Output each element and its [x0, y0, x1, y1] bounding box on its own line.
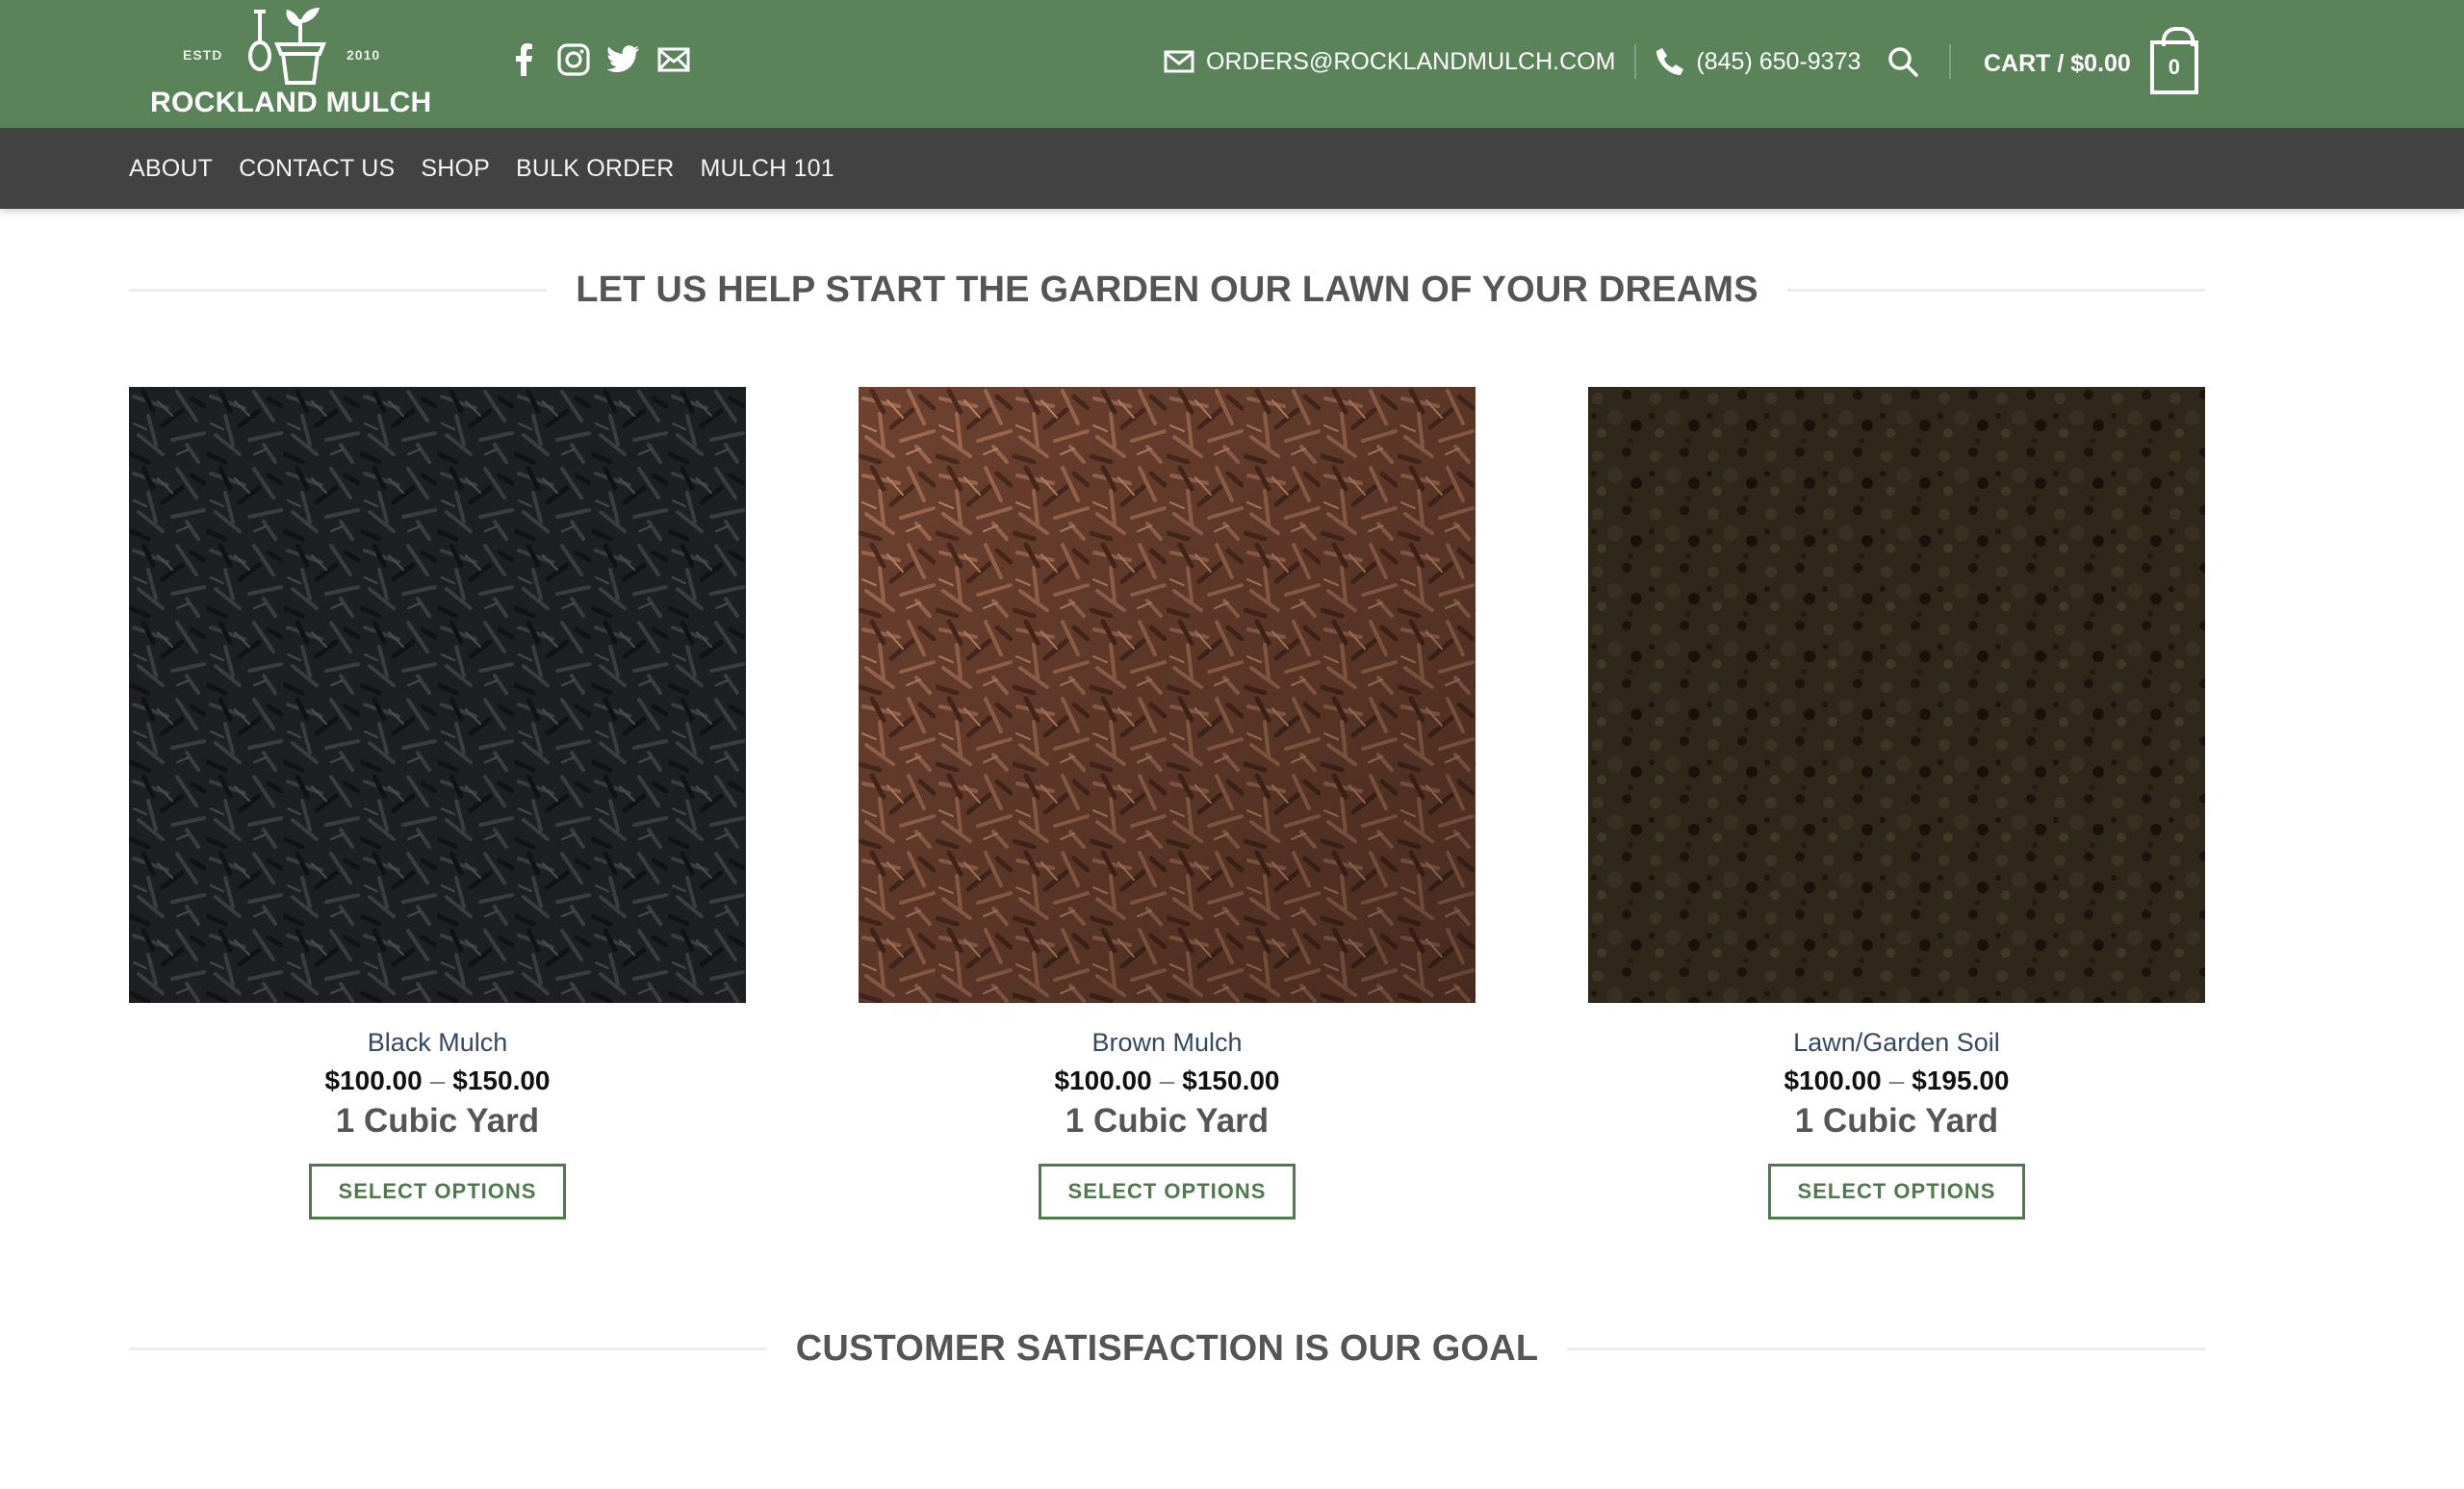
price-high: $150.00 [1182, 1065, 1280, 1095]
facebook-icon[interactable] [499, 40, 549, 79]
product-name[interactable]: Black Mulch [129, 1028, 746, 1058]
products-section-title: LET US HELP START THE GARDEN OUR LAWN OF… [576, 270, 1758, 310]
cart-link[interactable]: CART / $0.00 0 [1984, 27, 2198, 94]
select-options-button[interactable]: SELECT OPTIONS [1038, 1164, 1296, 1219]
nav-item-shop[interactable]: SHOP [421, 155, 490, 183]
price-low: $100.00 [1054, 1065, 1152, 1095]
site-logo[interactable]: ESTD 2010 ROCKLAND MULCH [142, 4, 431, 124]
product-card-brown-mulch: Brown Mulch $100.00– $150.00 1 Cubic Yard… [859, 387, 1476, 1219]
product-price: $100.00– $150.00 [129, 1065, 746, 1096]
header-email-text: ORDERS@ROCKLANDMULCH.COM [1206, 47, 1616, 75]
product-price: $100.00– $150.00 [859, 1065, 1476, 1096]
product-name[interactable]: Brown Mulch [859, 1028, 1476, 1058]
plant-pot-logo-icon [248, 8, 326, 85]
social-links [499, 40, 699, 79]
product-unit: 1 Cubic Yard [1794, 1102, 1999, 1140]
price-separator: – [1888, 1065, 1905, 1095]
logo-estd-label: ESTD [183, 47, 223, 63]
price-separator: – [1159, 1065, 1175, 1095]
top-header: ESTD 2010 ROCKLAND MULCH ORDERS@ROCKLAND… [0, 0, 2464, 128]
price-high: $150.00 [452, 1065, 551, 1095]
brown-mulch-image[interactable] [859, 387, 1476, 1003]
header-phone-link[interactable]: (845) 650-9373 [1656, 47, 1861, 76]
email-icon[interactable] [649, 40, 699, 79]
nav-item-mulch-101[interactable]: MULCH 101 [701, 155, 834, 183]
header-contact: ORDERS@ROCKLANDMULCH.COM (845) 650-9373 [1164, 39, 1970, 85]
price-separator: – [429, 1065, 446, 1095]
select-options-button[interactable]: SELECT OPTIONS [1767, 1164, 2026, 1219]
heading-divider-left [129, 1348, 767, 1350]
phone-icon [1656, 47, 1684, 76]
instagram-icon[interactable] [549, 40, 599, 79]
main-navigation: ABOUT CONTACT US SHOP BULK ORDER MULCH 1… [0, 128, 2464, 209]
product-price: $100.00– $195.00 [1588, 1065, 2205, 1096]
logo-year-label: 2010 [346, 47, 381, 63]
envelope-icon [1164, 50, 1194, 73]
nav-item-about[interactable]: ABOUT [129, 155, 213, 183]
header-email-link[interactable]: ORDERS@ROCKLANDMULCH.COM [1164, 48, 1615, 76]
satisfaction-section-heading: CUSTOMER SATISFACTION IS OUR GOAL [129, 1328, 2205, 1370]
nav-item-bulk-order[interactable]: BULK ORDER [516, 155, 675, 183]
header-phone-text: (845) 650-9373 [1696, 47, 1861, 75]
price-low: $100.00 [324, 1065, 423, 1095]
header-divider [1634, 44, 1637, 79]
product-card-lawn-garden-soil: Lawn/Garden Soil $100.00– $195.00 1 Cubic… [1588, 387, 2205, 1219]
black-mulch-image[interactable] [129, 387, 746, 1003]
select-options-button[interactable]: SELECT OPTIONS [308, 1164, 567, 1219]
product-name[interactable]: Lawn/Garden Soil [1588, 1028, 2205, 1058]
header-divider [1949, 44, 1952, 79]
satisfaction-section-title: CUSTOMER SATISFACTION IS OUR GOAL [795, 1328, 1539, 1369]
price-high: $195.00 [1912, 1065, 2010, 1095]
cart-count: 0 [2168, 55, 2180, 79]
product-card-black-mulch: Black Mulch $100.00– $150.00 1 Cubic Yard… [129, 387, 746, 1219]
lawn-garden-soil-image[interactable] [1588, 387, 2205, 1003]
search-icon[interactable] [1887, 46, 1919, 77]
cart-count-badge: 0 [2149, 27, 2198, 94]
twitter-icon[interactable] [599, 40, 649, 79]
product-unit: 1 Cubic Yard [335, 1102, 540, 1140]
product-unit: 1 Cubic Yard [1065, 1102, 1270, 1140]
heading-divider-left [129, 289, 548, 292]
products-section-heading: LET US HELP START THE GARDEN OUR LAWN OF… [129, 270, 2205, 311]
price-low: $100.00 [1784, 1065, 1882, 1095]
nav-item-contact-us[interactable]: CONTACT US [239, 155, 395, 183]
cart-label: CART / $0.00 [1984, 49, 2131, 77]
logo-brand-name: ROCKLAND MULCH [150, 87, 432, 118]
heading-divider-right [1786, 289, 2205, 292]
heading-divider-right [1567, 1348, 2205, 1350]
